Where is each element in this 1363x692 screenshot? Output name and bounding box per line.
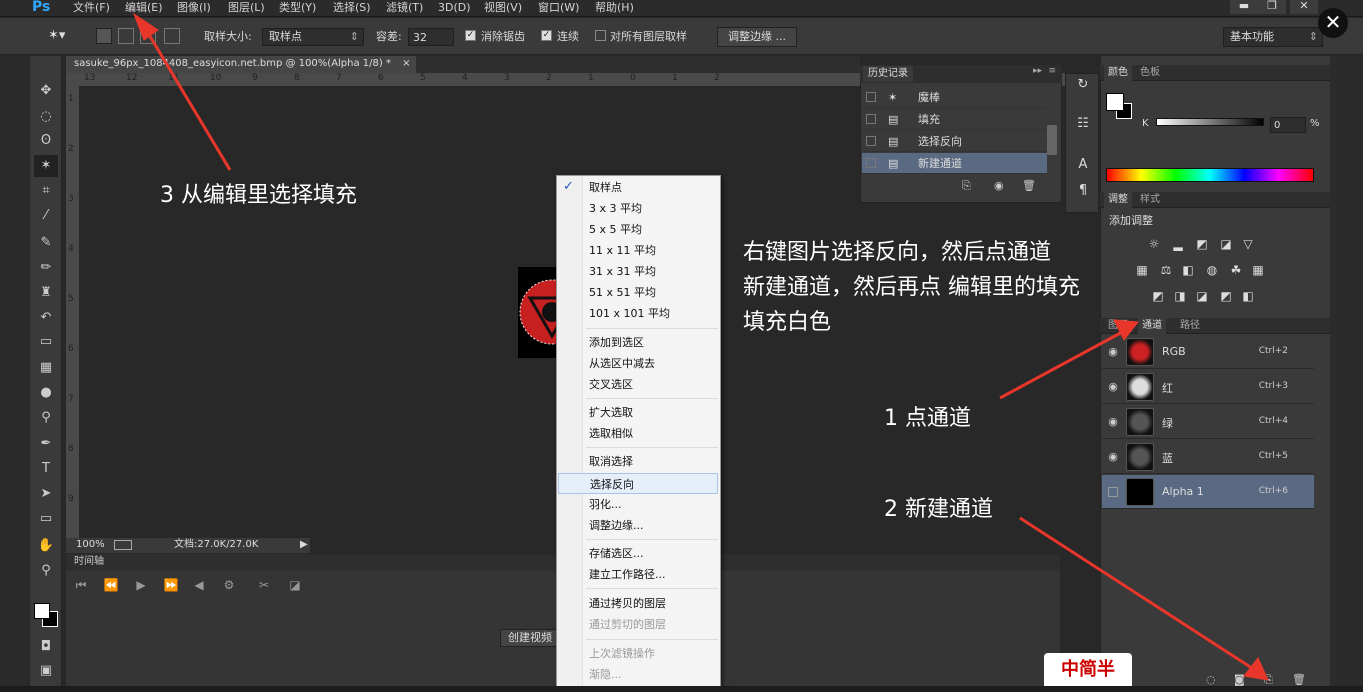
arrow-to-edit-menu bbox=[143, 27, 232, 171]
arrowhead-edit bbox=[132, 12, 159, 41]
photoshop-window: Ps 文件(F) 编辑(E) 图像(I) 图层(L) 类型(Y) 选择(S) 滤… bbox=[0, 0, 1363, 692]
arrow-to-channels-tab bbox=[999, 328, 1127, 400]
bottom-strip bbox=[0, 686, 1363, 692]
arrowhead-channels bbox=[1113, 319, 1139, 341]
arrow-to-new-channel bbox=[1019, 516, 1259, 674]
annotation-arrows bbox=[132, 12, 1269, 681]
arrowhead-new-channel bbox=[1243, 657, 1269, 681]
overlay-close-button[interactable]: ✕ bbox=[1318, 8, 1348, 38]
site-logo: 中简半 bbox=[1044, 653, 1132, 689]
